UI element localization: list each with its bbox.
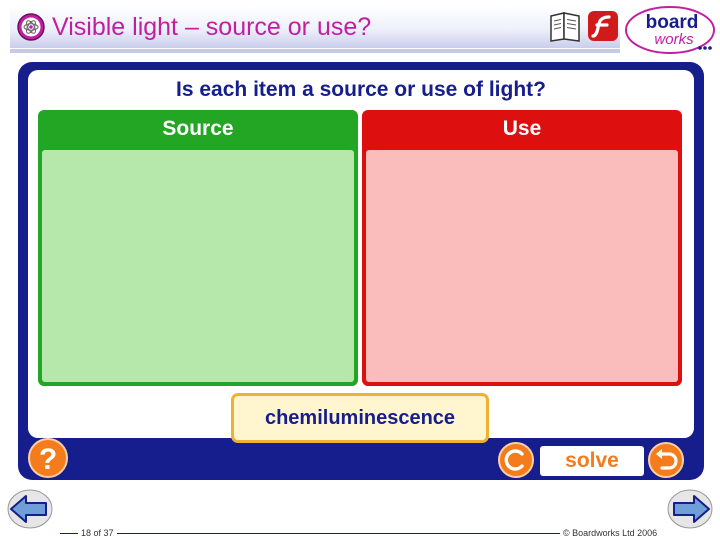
previous-slide-button[interactable]: [6, 488, 54, 530]
boardworks-logo: board works: [625, 6, 715, 54]
next-slide-button[interactable]: [666, 488, 714, 530]
notes-book-icon[interactable]: [548, 8, 582, 44]
arrow-left-icon: [7, 489, 53, 529]
help-button[interactable]: ?: [28, 438, 68, 478]
use-drop-zone[interactable]: [366, 150, 678, 382]
source-column: Source: [38, 110, 358, 386]
source-drop-zone[interactable]: [42, 150, 354, 382]
physics-topic-icon: [17, 13, 45, 41]
reset-button[interactable]: [498, 442, 534, 478]
flash-icon[interactable]: [586, 8, 620, 44]
activity-board: Is each item a source or use of light? S…: [28, 70, 694, 443]
header-underline: [10, 49, 620, 53]
question-text: Is each item a source or use of light?: [176, 78, 546, 101]
header: Visible light – source or use? board wor…: [10, 2, 715, 54]
activity-panel: Is each item a source or use of light? S…: [18, 62, 704, 480]
page-title: Visible light – source or use?: [52, 13, 372, 41]
svg-text:works: works: [654, 31, 694, 48]
undo-arrow-icon: [656, 449, 678, 470]
undo-button[interactable]: [648, 442, 684, 478]
solve-button[interactable]: solve: [540, 446, 644, 476]
reset-icon: [504, 449, 524, 471]
svg-text:board: board: [646, 12, 699, 33]
arrow-right-icon: [667, 489, 713, 529]
copyright-text: © Boardworks Ltd 2006: [560, 528, 661, 539]
slide-counter: 18 of 37: [78, 528, 117, 539]
use-column-header: Use: [502, 117, 542, 140]
draggable-item-card[interactable]: chemiluminescence: [231, 393, 489, 443]
use-column: Use: [362, 110, 682, 386]
source-column-header: Source: [162, 117, 234, 140]
